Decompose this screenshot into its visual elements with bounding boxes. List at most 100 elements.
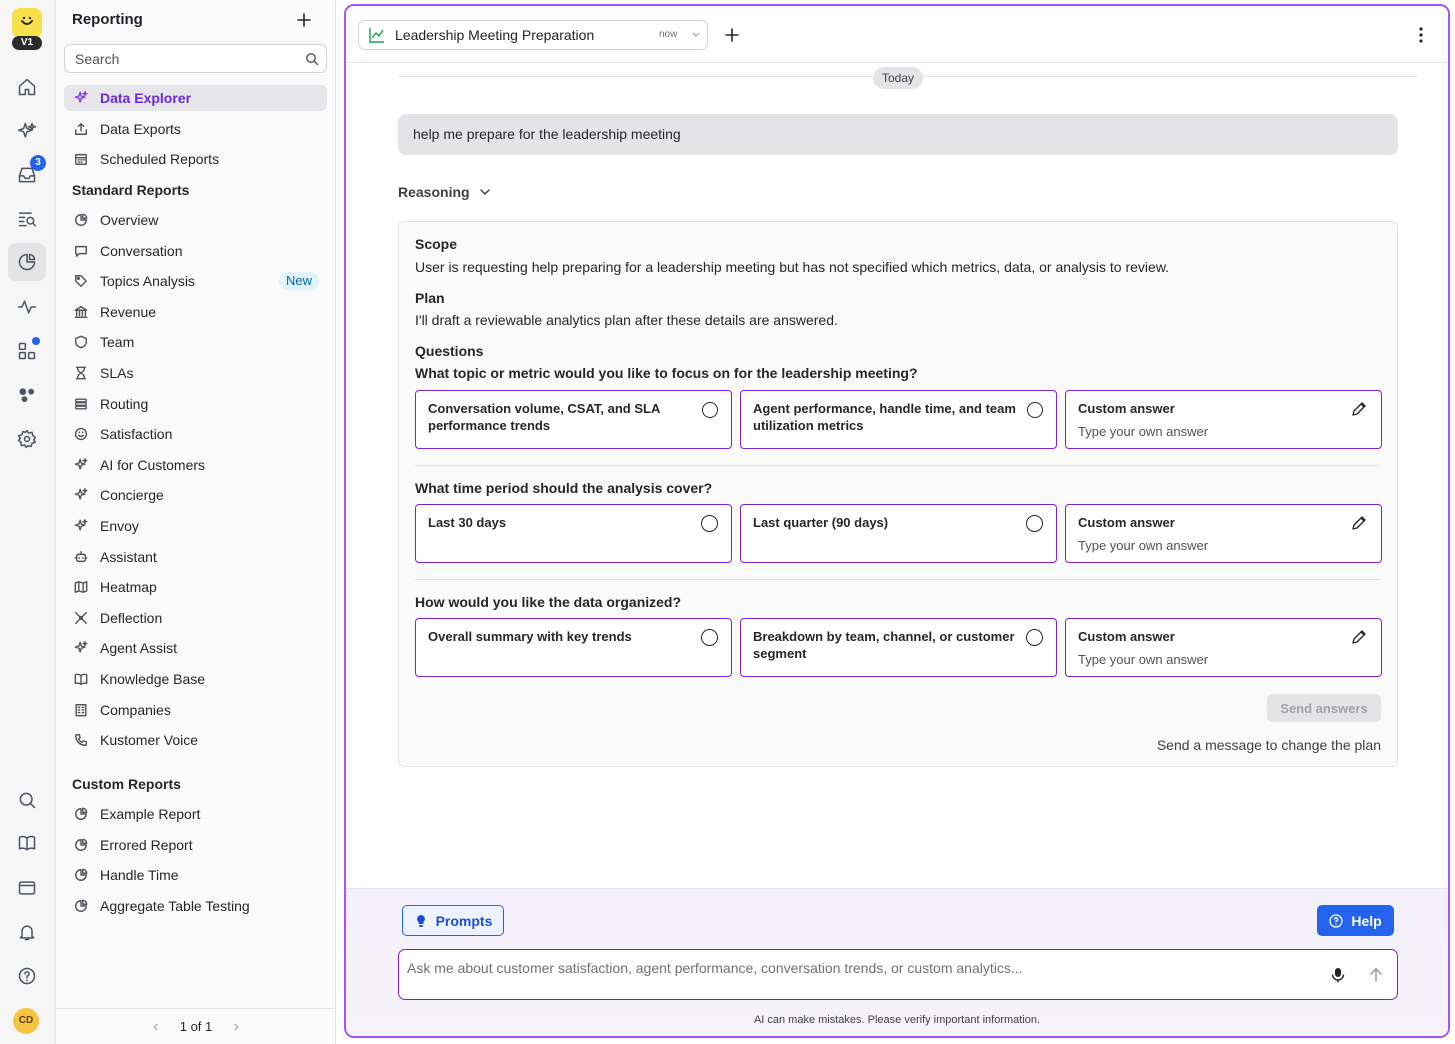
custom-answer-q3[interactable]: Custom answer Type your own answer xyxy=(1065,618,1382,677)
sidebar-item-example-report[interactable]: Example Report xyxy=(64,801,327,827)
radio-button[interactable] xyxy=(1026,515,1043,532)
send-answers-button[interactable]: Send answers xyxy=(1267,694,1381,722)
sidebar-item-kustomer-voice[interactable]: Kustomer Voice xyxy=(64,727,327,753)
add-report-button[interactable] xyxy=(294,10,314,30)
custom-answer-placeholder[interactable]: Type your own answer xyxy=(1078,538,1208,553)
sidebar-item-agent-assist[interactable]: Agent Assist xyxy=(64,635,327,661)
sparkle-icon xyxy=(74,91,88,105)
question-1: What topic or metric would you like to f… xyxy=(415,365,918,381)
sidebar-item-conversation[interactable]: Conversation xyxy=(64,238,327,264)
help-icon[interactable] xyxy=(14,963,40,989)
sidebar-item-label: Aggregate Table Testing xyxy=(100,897,250,914)
integrations-icon[interactable] xyxy=(14,382,40,408)
prompts-button[interactable]: Prompts xyxy=(402,905,504,936)
prev-page-button[interactable]: ‹ xyxy=(146,1017,166,1037)
sidebar-item-heatmap[interactable]: Heatmap xyxy=(64,574,327,600)
more-options-button[interactable] xyxy=(1410,24,1432,46)
window-icon[interactable] xyxy=(14,875,40,901)
sidebar-item-handle-time[interactable]: Handle Time xyxy=(64,862,327,888)
question-separator xyxy=(415,465,1380,466)
sidebar-item-slas[interactable]: SLAs xyxy=(64,360,327,386)
send-arrow-icon[interactable] xyxy=(1367,966,1385,984)
next-page-button[interactable]: › xyxy=(226,1017,246,1037)
pencil-icon[interactable] xyxy=(1350,400,1368,418)
option-q3-b[interactable]: Breakdown by team, channel, or customer … xyxy=(740,618,1057,677)
chevron-down-icon xyxy=(479,189,490,196)
home-icon[interactable] xyxy=(14,74,40,100)
avatar[interactable]: CD xyxy=(13,1008,39,1034)
bell-icon[interactable] xyxy=(14,919,40,945)
custom-answer-label: Custom answer xyxy=(1078,401,1175,416)
radio-button[interactable] xyxy=(1027,402,1043,418)
sidebar-item-companies[interactable]: Companies xyxy=(64,697,327,723)
ai-disclaimer: AI can make mistakes. Please verify impo… xyxy=(753,1014,1041,1026)
sidebar-item-topics-analysis[interactable]: Topics Analysis New xyxy=(64,268,327,294)
radio-button[interactable] xyxy=(1026,629,1043,646)
sidebar-search-input[interactable] xyxy=(64,44,327,73)
chevron-down-icon[interactable] xyxy=(691,28,701,42)
option-q2-b[interactable]: Last quarter (90 days) xyxy=(740,504,1057,563)
app-logo[interactable] xyxy=(12,8,42,38)
sidebar-item-overview[interactable]: Overview xyxy=(64,207,327,233)
tab-title: Leadership Meeting Preparation xyxy=(395,27,595,43)
sidebar-item-label: Heatmap xyxy=(100,579,157,596)
radio-button[interactable] xyxy=(701,629,718,646)
sidebar-item-label: Errored Report xyxy=(100,836,193,853)
new-tab-button[interactable] xyxy=(721,24,743,46)
pie-icon xyxy=(74,807,88,821)
tab-leadership-meeting[interactable]: Leadership Meeting Preparation now xyxy=(358,20,708,50)
search-icon[interactable] xyxy=(14,787,40,813)
option-label: Overall summary with key trends xyxy=(428,629,632,644)
pie-icon xyxy=(74,868,88,882)
pencil-icon[interactable] xyxy=(1350,514,1368,532)
sidebar-item-concierge[interactable]: Concierge xyxy=(64,482,327,508)
reasoning-toggle[interactable]: Reasoning xyxy=(398,184,491,200)
sidebar-item-scheduled-reports[interactable]: Scheduled Reports xyxy=(64,146,327,172)
sidebar-item-revenue[interactable]: Revenue xyxy=(64,299,327,325)
option-q2-a[interactable]: Last 30 days xyxy=(415,504,732,563)
search-list-icon[interactable] xyxy=(14,206,40,232)
export-icon xyxy=(74,122,88,136)
option-q1-a[interactable]: Conversation volume, CSAT, and SLA perfo… xyxy=(415,390,732,449)
chat-input[interactable] xyxy=(407,958,1307,978)
sidebar-item-routing[interactable]: Routing xyxy=(64,391,327,417)
sidebar-item-aggregate-table-testing[interactable]: Aggregate Table Testing xyxy=(64,893,327,919)
custom-answer-q1[interactable]: Custom answer Type your own answer xyxy=(1065,390,1382,449)
chat-input-box[interactable] xyxy=(398,949,1398,1000)
sidebar-item-knowledge-base[interactable]: Knowledge Base xyxy=(64,666,327,692)
plan-text: I'll draft a reviewable analytics plan a… xyxy=(415,312,838,328)
sidebar-item-data-explorer[interactable]: Data Explorer xyxy=(64,85,327,111)
custom-answer-q2[interactable]: Custom answer Type your own answer xyxy=(1065,504,1382,563)
sidebar-item-errored-report[interactable]: Errored Report xyxy=(64,832,327,858)
sidebar-item-assistant[interactable]: Assistant xyxy=(64,544,327,570)
option-q3-a[interactable]: Overall summary with key trends xyxy=(415,618,732,677)
reporting-pie-icon[interactable] xyxy=(8,243,46,281)
sidebar-item-label: Team xyxy=(100,334,135,351)
sidebar-item-label: Deflection xyxy=(100,609,163,626)
question-3: How would you like the data organized? xyxy=(415,594,682,610)
pencil-icon[interactable] xyxy=(1350,628,1368,646)
questions-label: Questions xyxy=(415,343,484,359)
sidebar-item-ai-for-customers[interactable]: AI for Customers xyxy=(64,452,327,478)
sidebar-item-data-exports[interactable]: Data Exports xyxy=(64,116,327,142)
sidebar-item-envoy[interactable]: Envoy xyxy=(64,513,327,539)
custom-answer-placeholder[interactable]: Type your own answer xyxy=(1078,424,1208,439)
activity-icon[interactable] xyxy=(14,294,40,320)
option-q1-b[interactable]: Agent performance, handle time, and team… xyxy=(740,390,1057,449)
sparkle-icon xyxy=(74,519,88,533)
knowledge-book-icon[interactable] xyxy=(14,830,40,856)
sidebar-item-deflection[interactable]: Deflection xyxy=(64,605,327,631)
calendar-icon xyxy=(74,152,88,166)
plus-icon xyxy=(725,28,739,42)
microphone-icon[interactable] xyxy=(1329,966,1347,984)
scope-label: Scope xyxy=(415,236,458,252)
help-button[interactable]: Help xyxy=(1317,905,1394,936)
sidebar-item-team[interactable]: Team xyxy=(64,329,327,355)
sidebar-item-satisfaction[interactable]: Satisfaction xyxy=(64,421,327,447)
ai-sparkle-icon[interactable] xyxy=(14,118,40,144)
sidebar-item-label: Concierge xyxy=(100,487,164,504)
radio-button[interactable] xyxy=(701,515,718,532)
settings-icon[interactable] xyxy=(14,426,40,452)
radio-button[interactable] xyxy=(702,402,718,418)
custom-answer-placeholder[interactable]: Type your own answer xyxy=(1078,652,1208,667)
